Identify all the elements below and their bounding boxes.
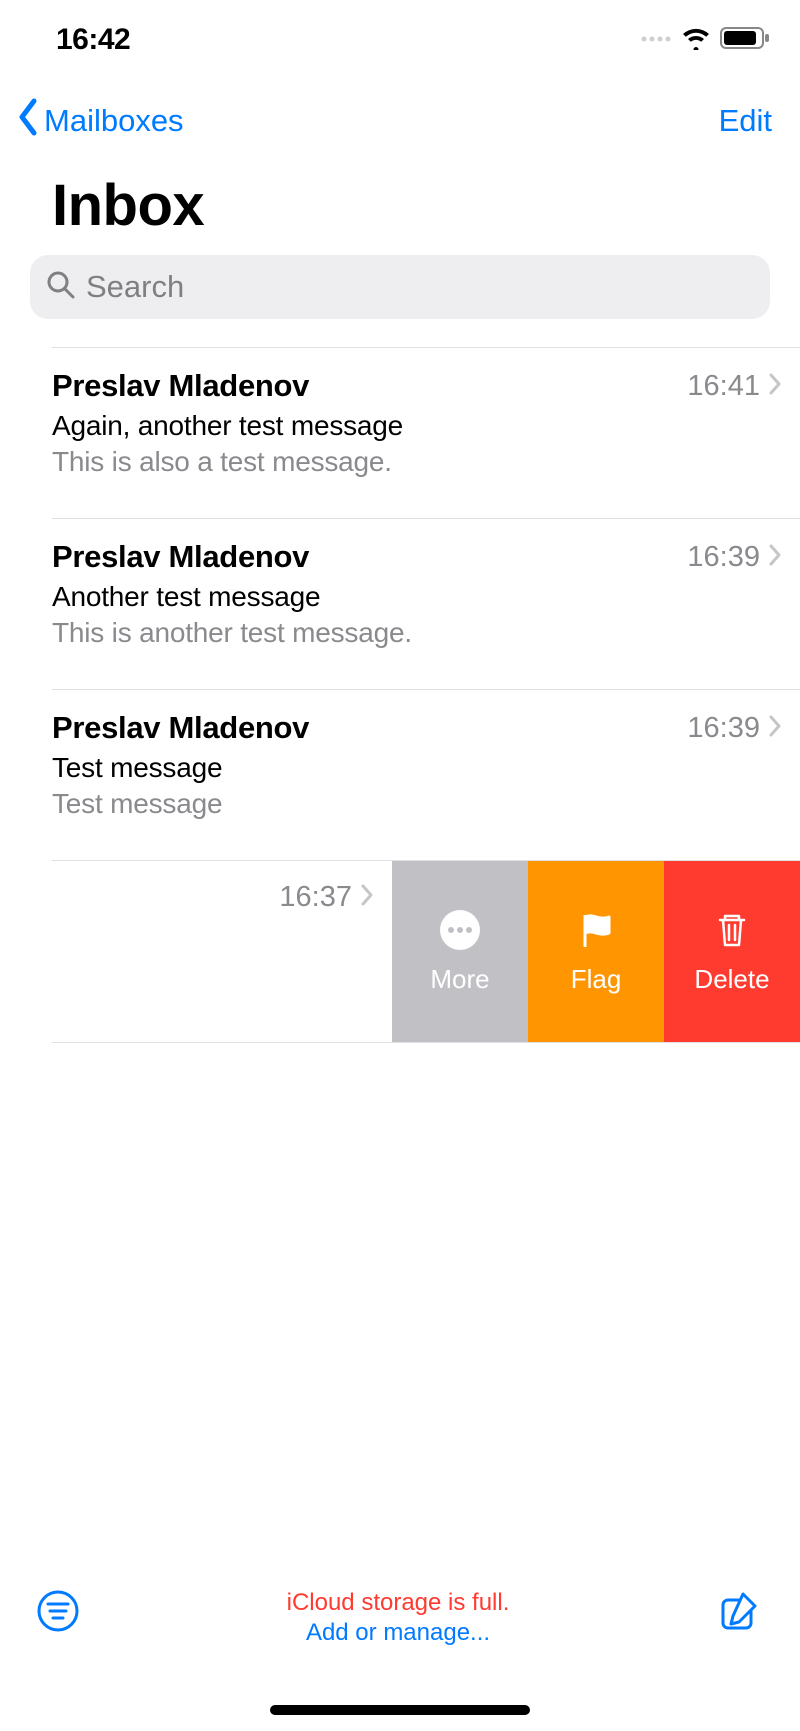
delete-button[interactable]: Delete (664, 861, 800, 1042)
message-preview: Test message (52, 788, 782, 820)
wifi-icon (680, 26, 712, 55)
message-preview: nich we will set a (0, 956, 374, 988)
flag-button[interactable]: Flag (528, 861, 664, 1042)
search-input[interactable] (86, 269, 754, 305)
compose-button[interactable] (716, 1589, 760, 1638)
message-row[interactable]: Preslav Mladenov 16:39 Test message Test… (52, 690, 800, 861)
message-sender: Preslav Mladenov (52, 539, 309, 575)
flag-icon (575, 909, 617, 958)
message-subject: Test message (52, 752, 782, 784)
message-preview: This is another test message. (52, 617, 782, 649)
storage-status[interactable]: iCloud storage is full. Add or manage... (80, 1589, 716, 1647)
battery-icon (720, 26, 770, 55)
message-sender: Preslav Mladenov (52, 710, 309, 746)
message-time: 16:39 (687, 712, 760, 745)
message-time: 16:41 (687, 370, 760, 403)
message-row[interactable]: Preslav Mladenov 16:41 Again, another te… (52, 348, 800, 519)
cellular-dots-icon (640, 31, 672, 49)
message-time: 16:37 (279, 881, 352, 914)
status-bar: 16:42 (0, 0, 800, 70)
flag-label: Flag (571, 964, 622, 995)
message-subject: Another test message (52, 581, 782, 613)
delete-label: Delete (694, 964, 769, 995)
chevron-right-icon (768, 372, 782, 401)
swipe-actions: More Flag Delete (392, 861, 800, 1042)
home-indicator[interactable] (270, 1705, 530, 1715)
storage-manage-link: Add or manage... (80, 1619, 716, 1647)
back-button[interactable]: Mailboxes (14, 98, 184, 144)
chevron-left-icon (14, 98, 42, 144)
message-subject: nder (0, 920, 374, 952)
message-subject: Again, another test message (52, 410, 782, 442)
chevron-right-icon (768, 543, 782, 572)
status-time: 16:42 (56, 23, 130, 57)
status-icons (640, 26, 770, 55)
message-list: Preslav Mladenov 16:41 Again, another te… (52, 347, 800, 861)
chevron-right-icon (360, 883, 374, 912)
more-icon (439, 909, 481, 958)
more-button[interactable]: More (392, 861, 528, 1042)
swiped-message-container: 16:37 nder nich we will set a More Flag … (52, 861, 800, 1043)
storage-full-text: iCloud storage is full. (80, 1589, 716, 1617)
message-sender: Preslav Mladenov (52, 368, 309, 404)
nav-bar: Mailboxes Edit (0, 70, 800, 154)
filter-button[interactable] (36, 1589, 80, 1638)
page-title: Inbox (0, 154, 800, 255)
more-label: More (430, 964, 489, 995)
edit-button[interactable]: Edit (719, 103, 772, 139)
message-row[interactable]: 16:37 nder nich we will set a (0, 861, 392, 1042)
trash-icon (711, 909, 753, 958)
search-icon (46, 270, 76, 305)
message-preview: This is also a test message. (52, 446, 782, 478)
message-time: 16:39 (687, 541, 760, 574)
message-row[interactable]: Preslav Mladenov 16:39 Another test mess… (52, 519, 800, 690)
search-bar[interactable] (30, 255, 770, 319)
chevron-right-icon (768, 714, 782, 743)
back-label: Mailboxes (44, 103, 184, 139)
